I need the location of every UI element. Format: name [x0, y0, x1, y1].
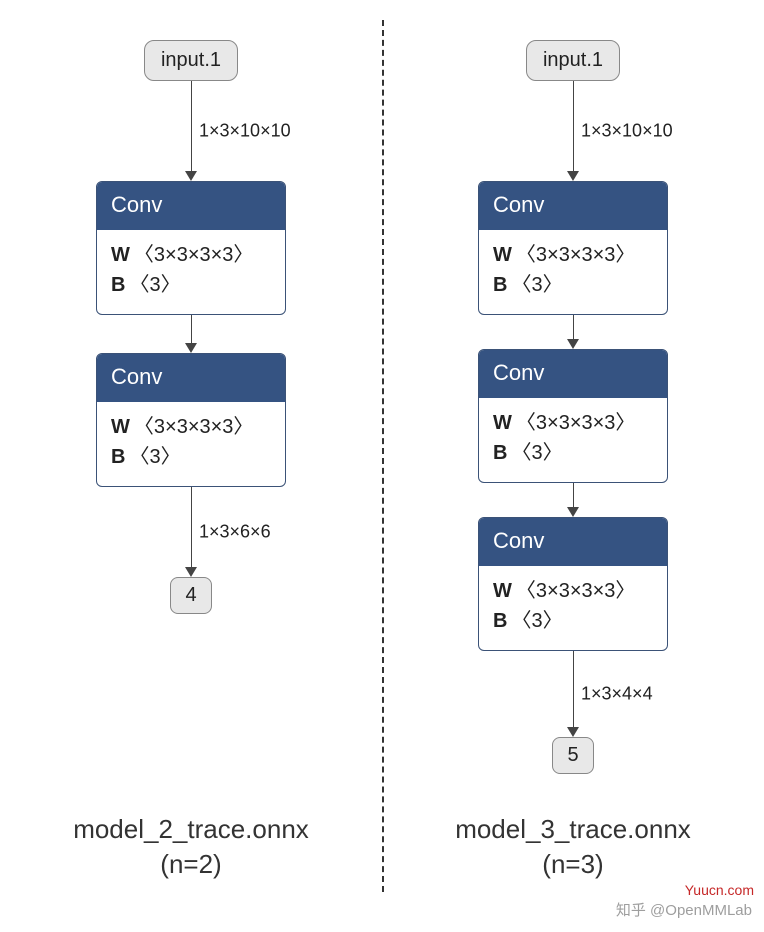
caption-right: model_3_trace.onnx (n=3) — [455, 812, 691, 882]
conv-block-left-1: Conv W〈3×3×3×3〉 B〈3〉 — [96, 353, 286, 487]
diagram-container: input.1 1×3×10×10 Conv W〈3×3×3×3〉 B〈3〉 C… — [0, 0, 764, 932]
conv-b: 〈3〉 — [129, 446, 180, 468]
output-node-left: 4 — [170, 577, 211, 614]
conv-w: 〈3×3×3×3〉 — [516, 580, 636, 602]
caption-line2: (n=2) — [73, 847, 309, 882]
edge-output-right: 1×3×4×4 — [567, 651, 579, 737]
output-node-right: 5 — [552, 737, 593, 774]
conv-b: 〈3〉 — [511, 274, 562, 296]
column-divider — [382, 20, 384, 892]
right-column: input.1 1×3×10×10 Conv W〈3×3×3×3〉 B〈3〉 C… — [382, 0, 764, 932]
caption-left: model_2_trace.onnx (n=2) — [73, 812, 309, 882]
edge-mid-left — [185, 315, 197, 353]
conv-b: 〈3〉 — [511, 442, 562, 464]
conv-title: Conv — [97, 354, 285, 402]
left-column: input.1 1×3×10×10 Conv W〈3×3×3×3〉 B〈3〉 C… — [0, 0, 382, 932]
caption-line2: (n=3) — [455, 847, 691, 882]
conv-block-left-0: Conv W〈3×3×3×3〉 B〈3〉 — [96, 181, 286, 315]
conv-title: Conv — [97, 182, 285, 230]
edge-label-in-left: 1×3×10×10 — [199, 121, 291, 142]
watermark-yuucn: Yuucn.com — [685, 882, 754, 898]
conv-block-right-2: Conv W〈3×3×3×3〉 B〈3〉 — [478, 517, 668, 651]
conv-title: Conv — [479, 518, 667, 566]
conv-title: Conv — [479, 350, 667, 398]
edge-input-right: 1×3×10×10 — [567, 81, 579, 181]
edge-input-left: 1×3×10×10 — [185, 81, 197, 181]
caption-line1: model_2_trace.onnx — [73, 812, 309, 847]
conv-w: 〈3×3×3×3〉 — [134, 244, 254, 266]
conv-block-right-0: Conv W〈3×3×3×3〉 B〈3〉 — [478, 181, 668, 315]
caption-line1: model_3_trace.onnx — [455, 812, 691, 847]
edge-label-out-left: 1×3×6×6 — [199, 522, 271, 543]
input-node-right: input.1 — [526, 40, 620, 81]
conv-b: 〈3〉 — [511, 610, 562, 632]
input-node-left: input.1 — [144, 40, 238, 81]
edge-mid-right-1 — [567, 315, 579, 349]
conv-b: 〈3〉 — [129, 274, 180, 296]
edge-label-out-right: 1×3×4×4 — [581, 684, 653, 705]
watermark-zhihu: 知乎 @OpenMMLab — [616, 899, 752, 920]
edge-mid-right-2 — [567, 483, 579, 517]
conv-w: 〈3×3×3×3〉 — [134, 416, 254, 438]
conv-block-right-1: Conv W〈3×3×3×3〉 B〈3〉 — [478, 349, 668, 483]
conv-title: Conv — [479, 182, 667, 230]
conv-w: 〈3×3×3×3〉 — [516, 244, 636, 266]
edge-output-left: 1×3×6×6 — [185, 487, 197, 577]
conv-w: 〈3×3×3×3〉 — [516, 412, 636, 434]
edge-label-in-right: 1×3×10×10 — [581, 121, 673, 142]
